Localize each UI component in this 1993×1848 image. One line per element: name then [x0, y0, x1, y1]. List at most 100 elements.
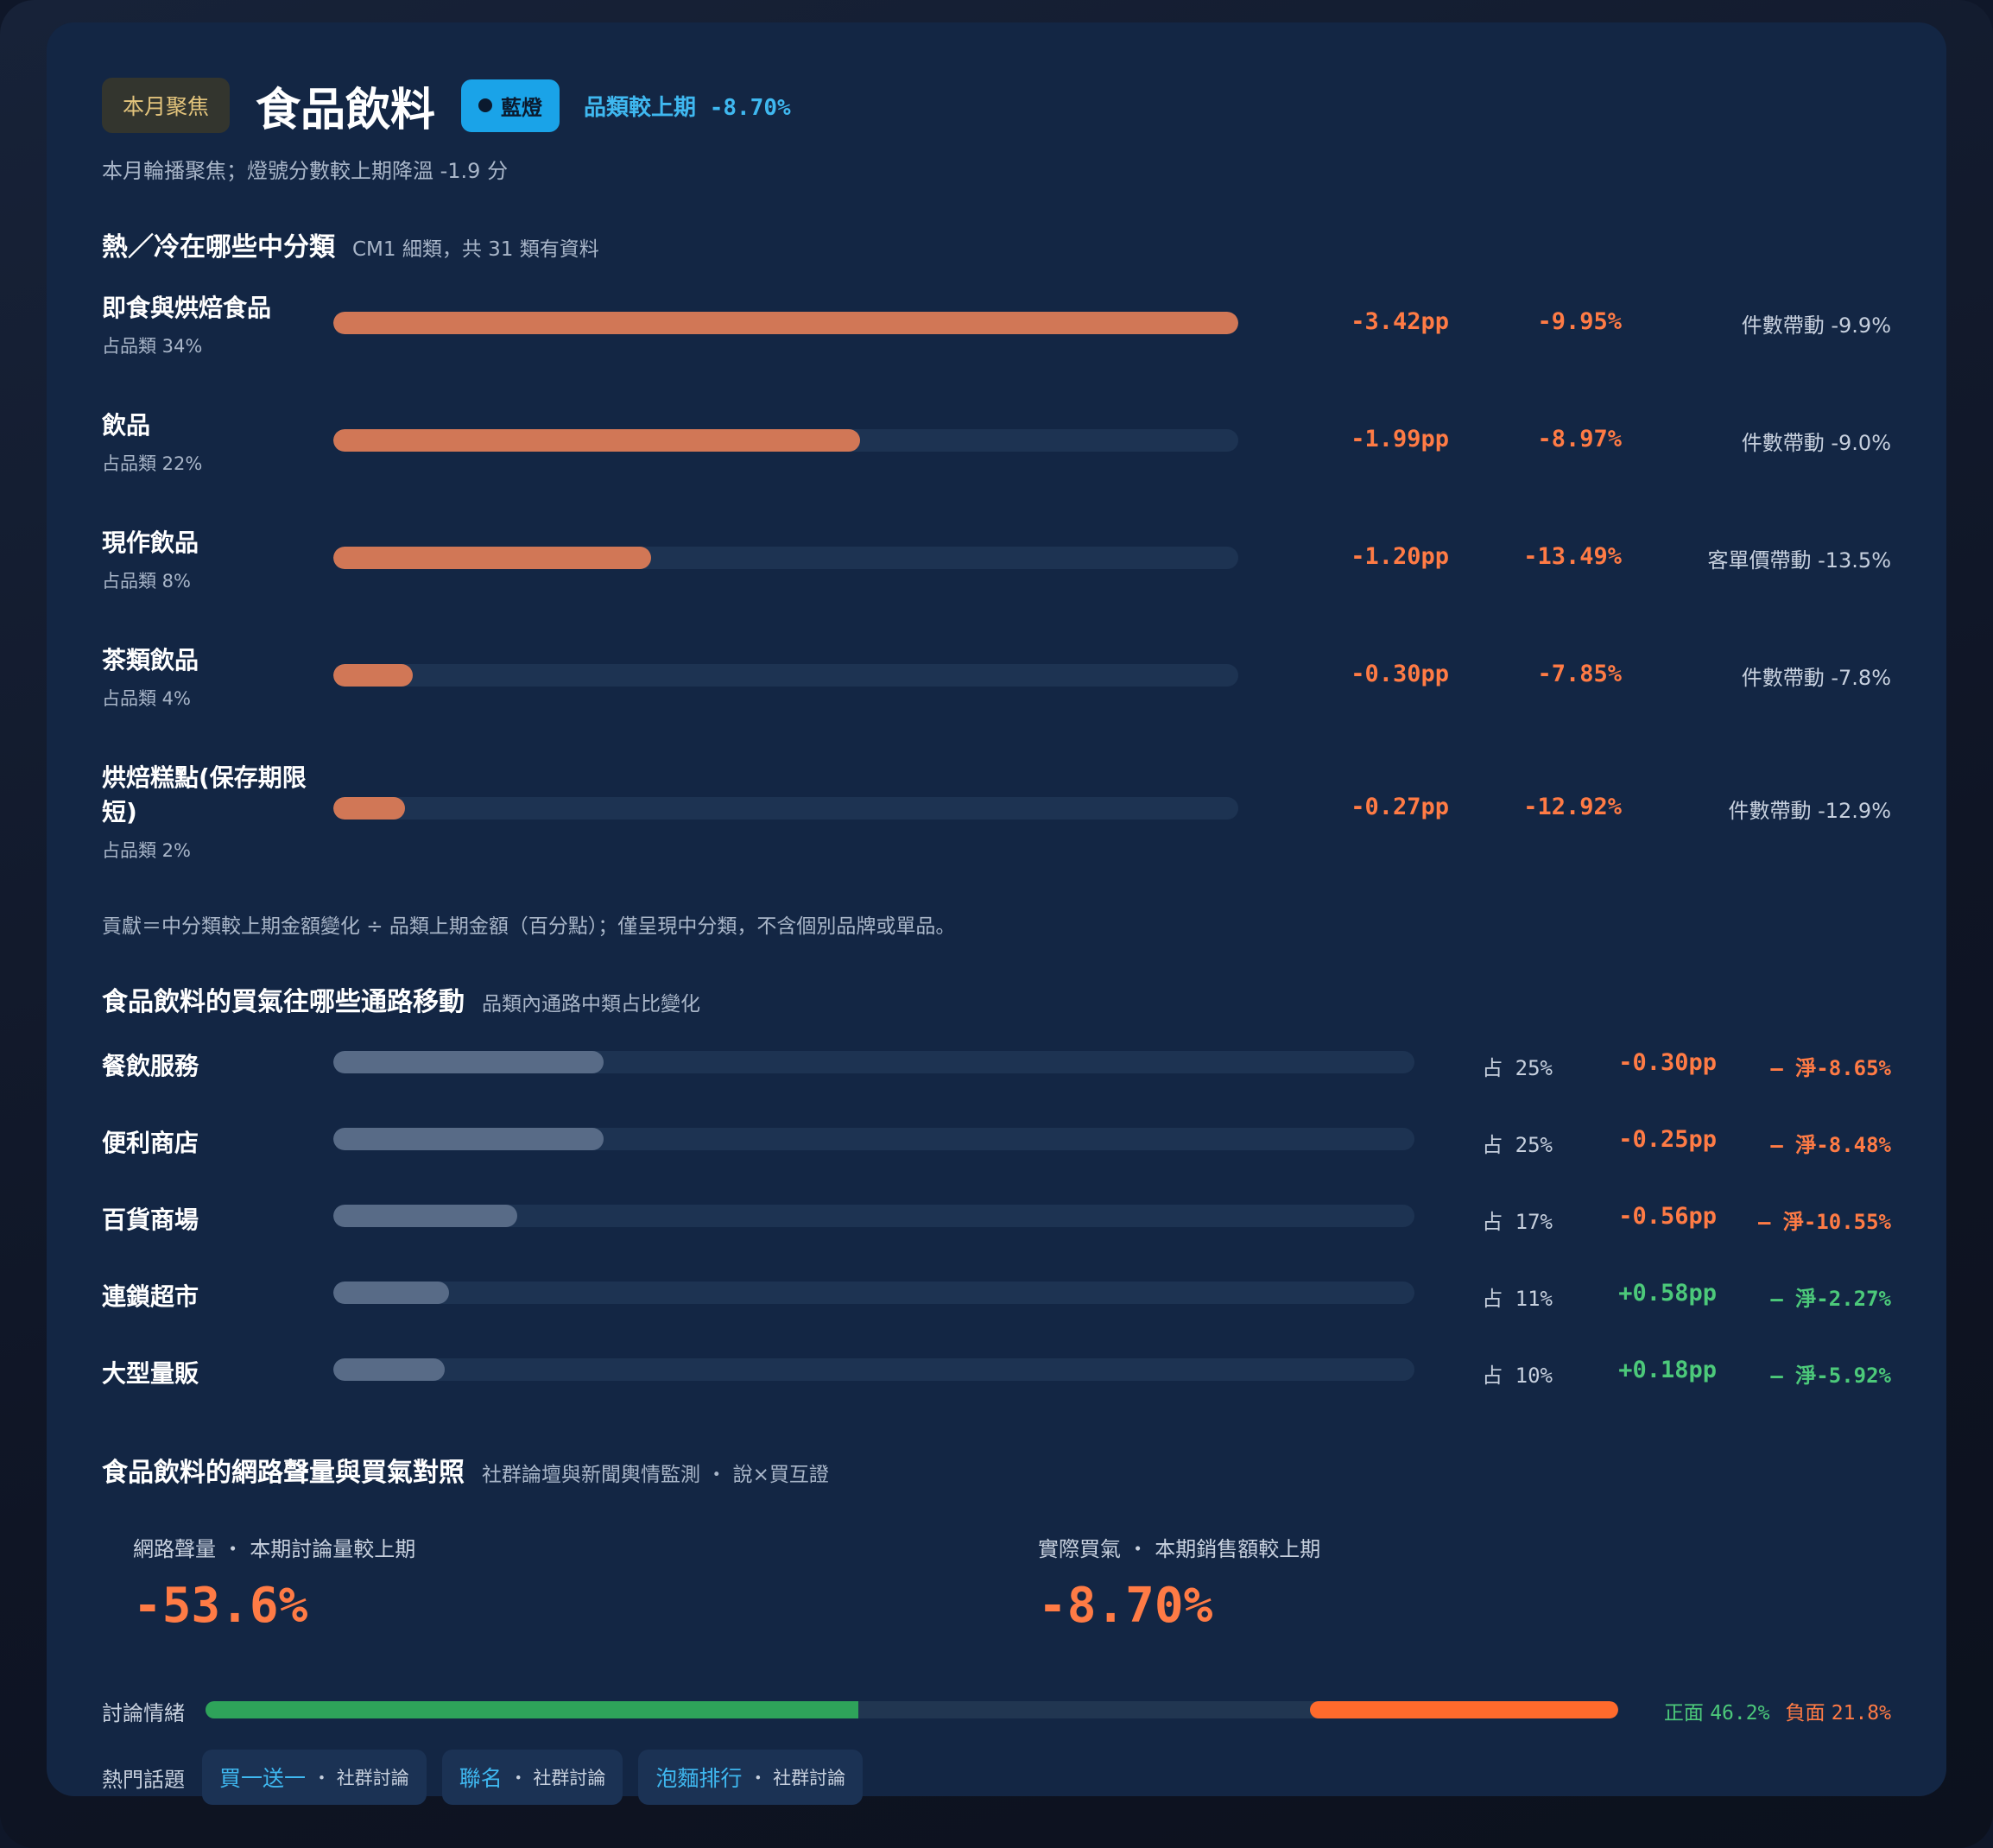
- channel-share-fill: [333, 1205, 517, 1227]
- topic-keyword[interactable]: 泡麵排行: [655, 1762, 742, 1793]
- negative-label: 負面: [1785, 1702, 1825, 1725]
- topic-source: ・ 社群討論: [509, 1768, 606, 1788]
- channel-net-change: — 淨-8.48%: [1770, 1133, 1891, 1157]
- channel-row[interactable]: 百貨商場 占 17% -0.56pp — 淨-10.55%: [102, 1191, 1891, 1268]
- category-title: 食品飲料: [256, 84, 436, 136]
- focus-badge: 本月聚焦: [102, 78, 231, 133]
- contribution-bar-fill: [333, 797, 405, 820]
- channel-list: 餐飲服務占 25% -0.30pp — 淨-8.65% 便利商店占 25% -0.25p…: [102, 1037, 1891, 1421]
- channel-share-track: [333, 1205, 1414, 1227]
- contribution-value: -3.42pp: [1351, 308, 1449, 335]
- section-subtitle: 社群論壇與新聞輿情監測 ・ 說×買互證: [482, 1464, 829, 1486]
- channel-net-change: — 淨-10.55%: [1757, 1210, 1891, 1234]
- topic-keyword[interactable]: 買一送一: [219, 1762, 306, 1793]
- channel-pp-change: +0.18pp: [1618, 1357, 1717, 1383]
- change-value: -9.95%: [1537, 308, 1622, 335]
- sales-block: 實際買氣 ・ 本期銷售額較上期 -8.70%: [1038, 1532, 1320, 1634]
- sentiment-positive-fill: [206, 1701, 858, 1718]
- buzz-section-header: 食品飲料的網路聲量與買氣對照 社群論壇與新聞輿情監測 ・ 說×買互證: [102, 1451, 1891, 1489]
- contribution-bar-track: [333, 547, 1238, 569]
- topic-chip-list: 買一送一・ 社群討論 聯名・ 社群討論 泡麵排行・ 社群討論: [202, 1750, 878, 1805]
- channel-pp-change: -0.56pp: [1618, 1203, 1717, 1230]
- subcategory-name: 烘焙糕點(保存期限短): [102, 763, 307, 826]
- channel-row[interactable]: 便利商店 占 25% -0.25pp — 淨-8.48%: [102, 1114, 1891, 1191]
- negative-value: 21.8%: [1831, 1702, 1891, 1725]
- channel-name: 百貨商場: [102, 1206, 199, 1234]
- negative-legend: 負面 21.8%: [1785, 1702, 1891, 1725]
- driver-text: 件數帶動 -12.9%: [1728, 799, 1891, 823]
- contribution-footnote: 貢獻＝中分類較上期金額變化 ÷ 品類上期金額（百分點）；僅呈現中分類，不含個別品…: [102, 915, 956, 938]
- topic-chip[interactable]: 泡麵排行・ 社群討論: [638, 1750, 864, 1805]
- topic-chip[interactable]: 買一送一・ 社群討論: [202, 1750, 427, 1805]
- section-title: 食品飲料的網路聲量與買氣對照: [102, 1458, 465, 1488]
- contribution-value: -0.30pp: [1351, 661, 1449, 687]
- subcategory-share: 占品類 8%: [102, 571, 191, 592]
- contribution-bar-fill: [333, 429, 860, 452]
- subcategory-share: 占品類 22%: [102, 453, 203, 474]
- channel-pp-change: -0.25pp: [1618, 1126, 1717, 1153]
- focus-card: 本月聚焦 食品飲料 藍燈 品類較上期 -8.70% 本月輪播聚焦；燈號分數較上期…: [47, 22, 1946, 1805]
- channel-name: 餐飲服務: [102, 1052, 199, 1080]
- channel-share-fill: [333, 1358, 445, 1381]
- volume-value: -53.6%: [133, 1578, 308, 1634]
- positive-value: 46.2%: [1710, 1702, 1770, 1725]
- contribution-value: -1.99pp: [1351, 426, 1449, 453]
- contribution-bar-track: [333, 797, 1238, 820]
- channel-share: 占 17%: [1482, 1210, 1553, 1234]
- channel-net-change: — 淨-8.65%: [1770, 1056, 1891, 1080]
- contribution-bar-fill: [333, 664, 414, 687]
- sentiment-negative-fill: [1310, 1701, 1618, 1718]
- driver-text: 客單價帶動 -13.5%: [1707, 548, 1891, 573]
- topic-source: ・ 社群討論: [749, 1768, 846, 1788]
- contribution-bar-track: [333, 664, 1238, 687]
- signal-light-badge: 藍燈: [461, 79, 560, 132]
- topic-source: ・ 社群討論: [313, 1768, 409, 1788]
- topic-keyword[interactable]: 聯名: [459, 1762, 503, 1793]
- channel-share: 占 10%: [1482, 1364, 1553, 1388]
- signal-light-label: 藍燈: [501, 95, 543, 120]
- category-delta: 品類較上期 -8.70%: [584, 90, 791, 122]
- section-title: 熱／冷在哪些中分類: [102, 232, 335, 263]
- category-delta-value: -8.70%: [709, 94, 791, 121]
- card-subtitle: 本月輪播聚焦；燈號分數較上期降溫 -1.9 分: [102, 159, 509, 183]
- change-value: -12.92%: [1523, 794, 1622, 820]
- subcategory-row[interactable]: 茶類飲品 占品類 4% -0.30pp -7.85% 件數帶動 -7.8%: [102, 631, 1891, 749]
- subcategory-section-header: 熱／冷在哪些中分類 CM1 細類，共 31 類有資料: [102, 225, 1891, 263]
- subcategory-row[interactable]: 即食與烘焙食品 占品類 34% -3.42pp -9.95% 件數帶動 -9.9%: [102, 279, 1891, 396]
- subcategory-row[interactable]: 現作飲品 占品類 8% -1.20pp -13.49% 客單價帶動 -13.5%: [102, 514, 1891, 631]
- channel-share-fill: [333, 1051, 604, 1073]
- channel-share: 占 25%: [1482, 1056, 1553, 1080]
- subcategory-name: 現作飲品: [102, 528, 199, 557]
- section-title: 食品飲料的買氣往哪些通路移動: [102, 987, 465, 1017]
- app-frame: 本月聚焦 食品飲料 藍燈 品類較上期 -8.70% 本月輪播聚焦；燈號分數較上期…: [0, 0, 1993, 1848]
- channel-row[interactable]: 大型量販 占 10% +0.18pp — 淨-5.92%: [102, 1345, 1891, 1421]
- channel-row[interactable]: 連鎖超市 占 11% +0.58pp — 淨-2.27%: [102, 1268, 1891, 1345]
- positive-label: 正面: [1663, 1702, 1704, 1725]
- channel-name: 大型量販: [102, 1359, 199, 1388]
- channel-section-header: 食品飲料的買氣往哪些通路移動 品類內通路中類占比變化: [102, 980, 1891, 1018]
- change-value: -7.85%: [1537, 661, 1622, 687]
- subcategory-row[interactable]: 飲品 占品類 22% -1.99pp -8.97% 件數帶動 -9.0%: [102, 396, 1891, 514]
- channel-name: 連鎖超市: [102, 1282, 199, 1311]
- subcategory-list: 即食與烘焙食品 占品類 34% -3.42pp -9.95% 件數帶動 -9.9% 飲品占…: [102, 279, 1891, 901]
- card-header: 本月聚焦 食品飲料 藍燈 品類較上期 -8.70%: [102, 73, 1891, 138]
- topic-chip[interactable]: 聯名・ 社群討論: [441, 1750, 623, 1805]
- contribution-bar-track: [333, 312, 1238, 334]
- hot-topics-label: 熱門話題: [102, 1767, 185, 1792]
- subcategory-name: 茶類飲品: [102, 646, 199, 674]
- subcategory-row[interactable]: 烘焙糕點(保存期限短) 占品類 2% -0.27pp -12.92% 件數帶動 -12.…: [102, 749, 1891, 901]
- channel-row[interactable]: 餐飲服務 占 25% -0.30pp — 淨-8.65%: [102, 1037, 1891, 1114]
- channel-share-fill: [333, 1128, 604, 1150]
- subcategory-share: 占品類 2%: [102, 840, 191, 861]
- subcategory-share: 占品類 4%: [102, 688, 191, 709]
- contribution-bar-track: [333, 429, 1238, 452]
- section-subtitle: CM1 細類，共 31 類有資料: [352, 238, 599, 261]
- channel-share-track: [333, 1282, 1414, 1304]
- channel-share-track: [333, 1051, 1414, 1073]
- change-value: -13.49%: [1523, 543, 1622, 570]
- category-delta-label: 品類較上期: [584, 94, 697, 121]
- channel-net-change: — 淨-5.92%: [1770, 1364, 1891, 1388]
- change-value: -8.97%: [1537, 426, 1622, 453]
- driver-text: 件數帶動 -9.0%: [1741, 431, 1891, 455]
- channel-pp-change: -0.30pp: [1618, 1049, 1717, 1076]
